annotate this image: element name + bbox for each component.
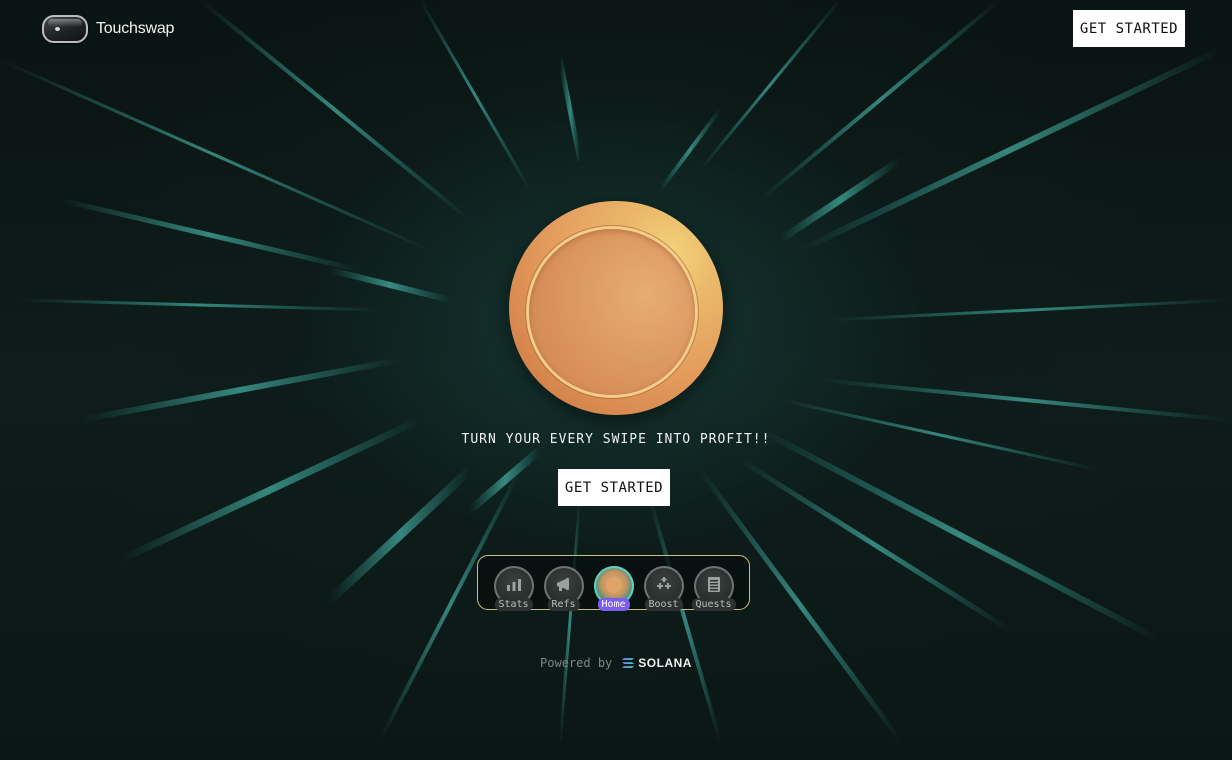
coin-icon [605, 576, 622, 593]
brand-logo[interactable]: Touchswap [42, 14, 174, 44]
gamepad-icon [656, 576, 671, 589]
coin-image[interactable] [509, 201, 723, 415]
nav-item-home[interactable]: Home [593, 560, 635, 611]
nav-item-refs[interactable]: Refs [543, 560, 585, 611]
list-icon [707, 576, 720, 592]
nav-label-stats: Stats [494, 597, 533, 611]
coin-face [529, 229, 695, 395]
nav-label-quests: Quests [691, 597, 736, 611]
nav-item-stats[interactable]: Stats [493, 560, 535, 611]
touchswap-logo-icon [42, 15, 88, 43]
hero-get-started-button[interactable]: GET STARTED [558, 469, 670, 506]
nav-label-home: Home [597, 597, 630, 611]
powered-by-label: Powered by [540, 656, 613, 670]
nav-label-boost: Boost [644, 597, 683, 611]
powered-by: Powered by SOLANA [0, 656, 1232, 670]
solana-logo[interactable]: SOLANA [622, 656, 692, 670]
solana-icon [622, 658, 635, 668]
brand-name: Touchswap [96, 20, 175, 37]
bar-chart-icon [506, 578, 521, 591]
nav-label-refs: Refs [547, 597, 580, 611]
nav-item-quests[interactable]: Quests [691, 560, 736, 611]
nav-dock: Stats Refs Home Boost Quests [477, 555, 750, 611]
nav-item-boost[interactable]: Boost [643, 560, 685, 611]
hero-tagline: TURN YOUR EVERY SWIPE INTO PROFIT!! [461, 432, 771, 447]
solana-wordmark: SOLANA [638, 656, 692, 670]
header-get-started-button[interactable]: GET STARTED [1073, 10, 1185, 47]
megaphone-icon [556, 577, 569, 591]
